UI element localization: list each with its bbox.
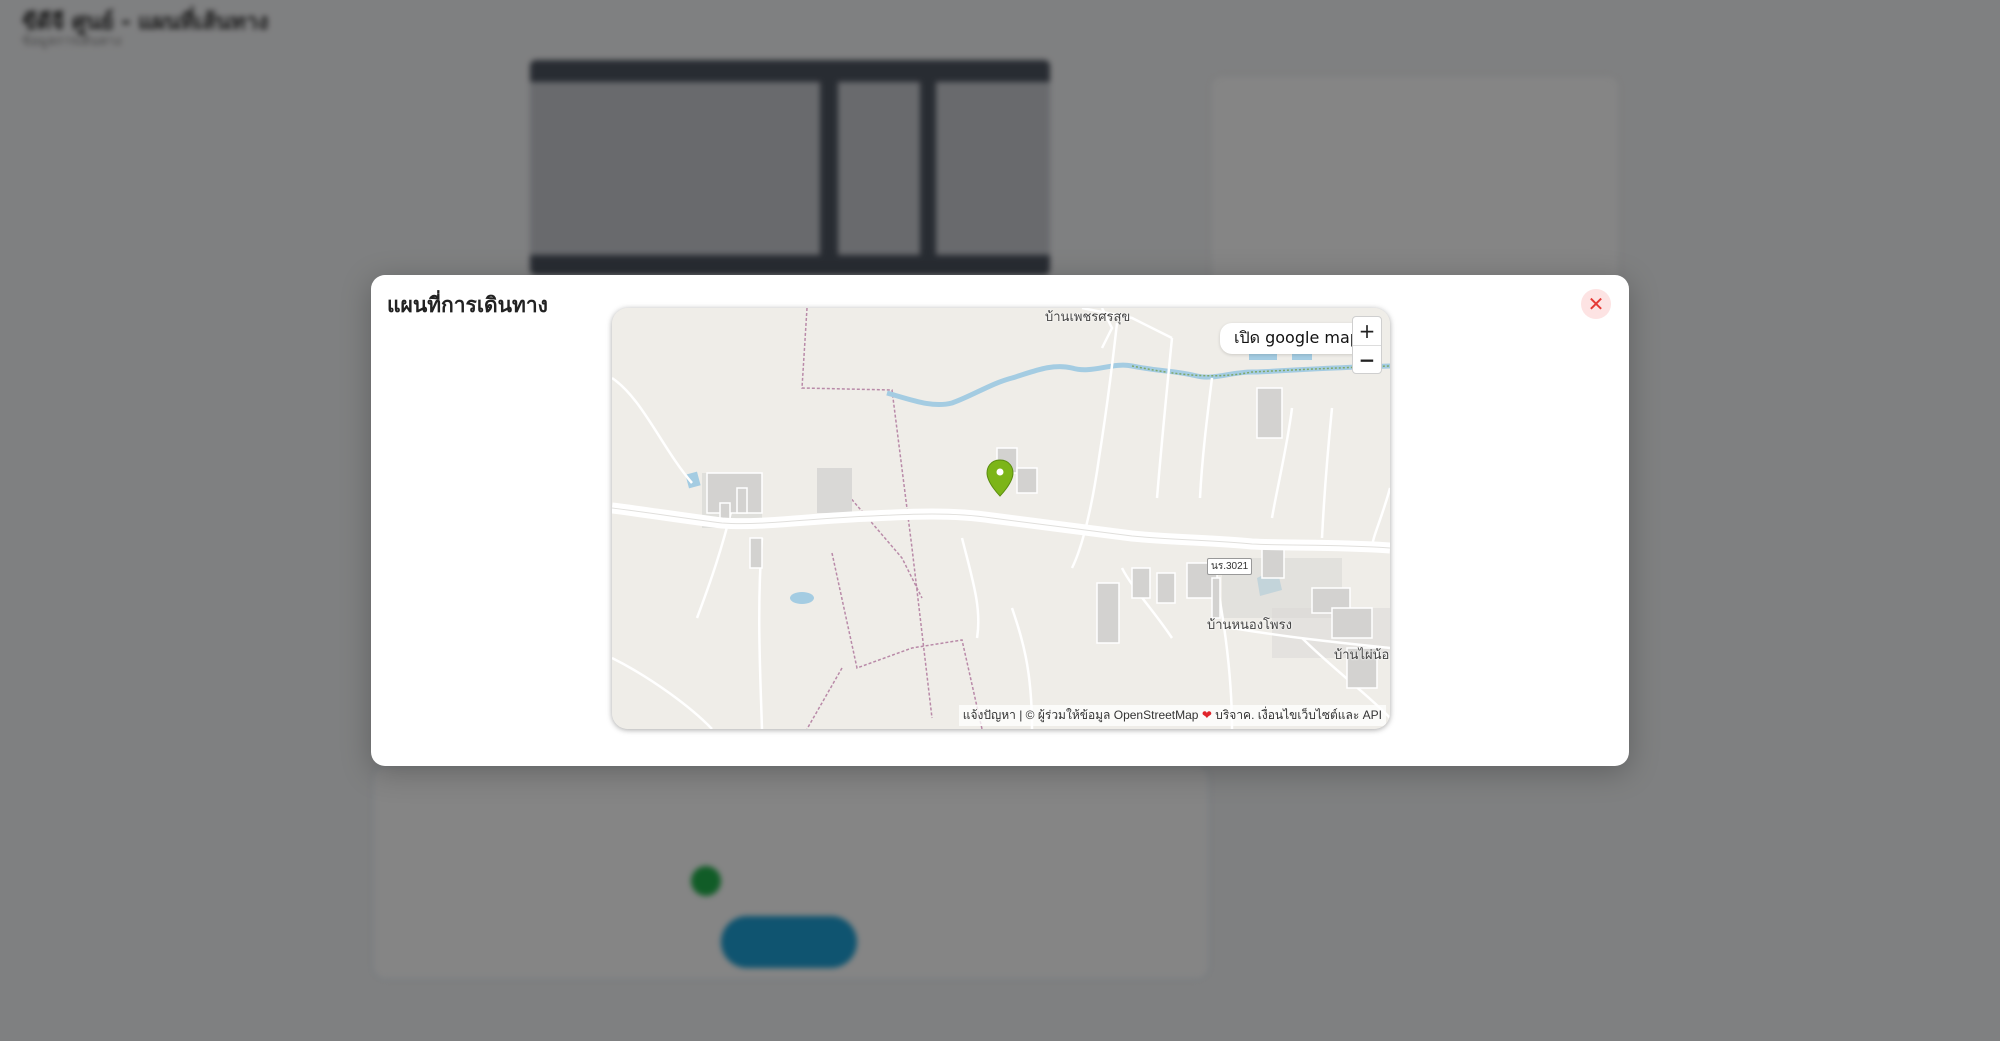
map-view[interactable]: บ้านเพชรศรสุข บ้านหนองโพรง บ้านไผ่น้อง น…	[612, 308, 1390, 729]
place-label: บ้านไผ่น้อง	[1334, 647, 1390, 662]
open-google-map-button[interactable]: เปิด google map	[1220, 323, 1374, 354]
close-icon: ✕	[1587, 292, 1605, 316]
donate-link[interactable]: บริจาค. เงื่อนไขเว็บไซต์และ API	[1215, 708, 1382, 722]
zoom-control: + −	[1352, 316, 1382, 374]
zoom-in-button[interactable]: +	[1353, 317, 1381, 345]
map-attribution: แจ้งปัญหา | © ผู้ร่วมให้ข้อมูล OpenStree…	[958, 705, 1386, 726]
route-map-modal: แผนที่การเดินทาง ✕ บ้านเพชรศรสุข บ้านหนอ…	[371, 275, 1629, 766]
zoom-out-button[interactable]: −	[1353, 345, 1381, 373]
close-button[interactable]: ✕	[1581, 289, 1611, 319]
road-shield: นร.3021	[1207, 558, 1253, 575]
map-tiles	[612, 308, 1390, 729]
place-label: บ้านเพชรศรสุข	[1045, 309, 1131, 324]
report-problem-link[interactable]: แจ้งปัญหา	[963, 708, 1016, 722]
modal-title: แผนที่การเดินทาง	[387, 293, 548, 317]
osm-contributors-link[interactable]: | © ผู้ร่วมให้ข้อมูล OpenStreetMap	[1019, 708, 1198, 722]
heart-icon: ❤	[1201, 708, 1212, 722]
place-label: บ้านหนองโพรง	[1207, 617, 1292, 632]
